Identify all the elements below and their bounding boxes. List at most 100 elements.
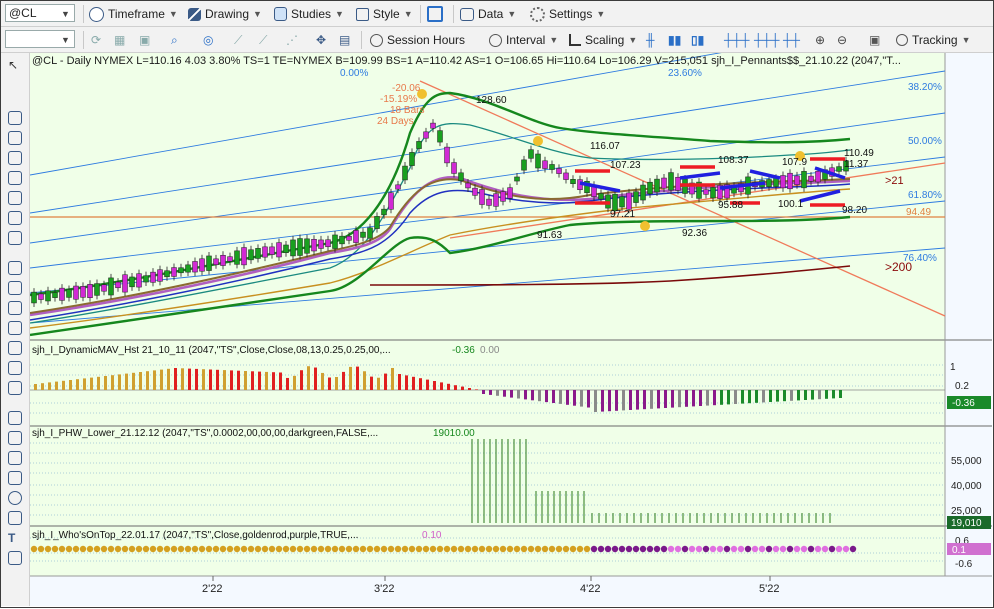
triangle-icon[interactable] (8, 381, 22, 395)
arrow-up-icon[interactable] (8, 431, 22, 445)
histogram-bar (811, 390, 814, 400)
histogram-bar (342, 371, 345, 390)
histogram-bar (55, 381, 58, 390)
histogram-bar (125, 373, 128, 390)
compass-icon[interactable]: ◎ (203, 30, 213, 50)
histogram-bar (209, 369, 212, 390)
tracking-button[interactable]: Tracking ▼ (896, 30, 971, 50)
who-dot (282, 545, 290, 553)
candle-body (220, 254, 226, 266)
zoom-icon[interactable]: ⌕ (171, 30, 178, 50)
cycle-icon[interactable] (8, 301, 22, 315)
undo-icon[interactable] (8, 411, 22, 425)
settings-button[interactable]: Settings ▼ (530, 4, 605, 24)
ray-tool-icon[interactable] (8, 151, 22, 165)
line-tool-icon[interactable] (8, 131, 22, 145)
note-tool-icon[interactable] (8, 551, 22, 565)
density-icon-1[interactable]: ┼┼┼ (724, 30, 750, 50)
axis-label: -0.36 (952, 398, 975, 409)
who-dot (387, 545, 395, 553)
studies-button[interactable]: Studies ▼ (274, 4, 344, 24)
scaling-button[interactable]: Scaling ▼ (569, 30, 637, 50)
bar-chart-icon[interactable]: ╫ (646, 30, 655, 50)
histogram-bar (475, 389, 478, 390)
histogram-bar (384, 373, 387, 390)
main-toolbar: @CL ▼ Timeframe ▼ Drawing ▼ Studies ▼ Style… (1, 1, 993, 27)
vertical-lines-icon[interactable] (8, 261, 22, 275)
histogram-bar (839, 390, 842, 398)
density-icon-2[interactable]: ┼┼┼ (754, 30, 780, 50)
candle-body (458, 172, 464, 181)
who-value: 0.10 (422, 530, 442, 541)
histogram-bar (139, 372, 142, 390)
histogram-bar (321, 372, 324, 390)
histogram-bar (496, 390, 499, 396)
arrow-down-icon[interactable] (8, 451, 22, 465)
histogram-bar (272, 372, 275, 390)
histogram-bar (566, 390, 569, 405)
drawing-button[interactable]: Drawing ▼ (188, 4, 262, 24)
text-tool-icon[interactable]: T (8, 531, 22, 545)
histogram-bar (517, 390, 520, 399)
histogram-bar (622, 390, 625, 411)
rectangle-tool-icon[interactable] (8, 511, 22, 525)
timeframe-button[interactable]: Timeframe ▼ (89, 4, 178, 24)
grid-icon[interactable]: ▦ (114, 30, 125, 50)
wrench-icon[interactable] (8, 111, 22, 125)
density-icon-3[interactable]: ┼┼ (783, 30, 800, 50)
layout-button[interactable] (427, 4, 447, 24)
fib-icon[interactable]: ⋰ (286, 30, 298, 50)
gann-tool-icon[interactable] (8, 211, 22, 225)
candle-body (703, 189, 709, 195)
candle-chart-icon[interactable]: ▮▮ (668, 30, 681, 50)
histogram-bar (237, 370, 240, 390)
ellipse-tool-icon[interactable] (8, 341, 22, 355)
circle-tool-icon[interactable] (8, 491, 22, 505)
candle-hollow-icon[interactable]: ▯▮ (691, 30, 704, 50)
axis-label: 55,000 (951, 456, 982, 467)
data-button[interactable]: Data ▼ (460, 4, 516, 24)
refresh-icon[interactable]: ⟳ (91, 30, 101, 50)
style-button[interactable]: Style ▼ (356, 4, 413, 24)
session-hours-button[interactable]: Session Hours (370, 30, 465, 50)
histogram-bar (545, 390, 548, 403)
properties-icon[interactable]: ▤ (339, 30, 350, 50)
zoom-out-icon[interactable]: ⊖ (837, 30, 847, 50)
line-tool-icon[interactable]: ⟋ (234, 30, 242, 50)
candle-body (409, 152, 415, 166)
who-dot (226, 545, 234, 553)
who-dot (485, 545, 493, 553)
candle-body (213, 258, 219, 266)
symbol-dropdown-icon[interactable]: ▼ (61, 4, 70, 24)
arc-icon[interactable] (8, 321, 22, 335)
andrews-icon[interactable] (8, 281, 22, 295)
histogram-bar (741, 390, 744, 404)
candle-body (794, 175, 800, 185)
fib-tool-icon[interactable] (8, 191, 22, 205)
candle-body (416, 141, 422, 149)
who-dot (128, 545, 136, 553)
histogram-bar (153, 370, 156, 390)
window-toggle-icon[interactable]: ▣ (869, 30, 880, 50)
zoom-in-icon[interactable]: ⊕ (815, 30, 825, 50)
candle-body (318, 239, 324, 249)
who-dot (751, 545, 759, 553)
histogram-bar (286, 377, 289, 390)
dropdown-icon[interactable]: ▼ (61, 30, 70, 50)
channel-tool-icon[interactable] (8, 171, 22, 185)
who-dot (429, 545, 437, 553)
cursor-icon[interactable]: ↖ (8, 58, 22, 72)
sine-icon[interactable] (8, 361, 22, 375)
trend-icon[interactable]: ⟋ (259, 30, 267, 50)
histogram-bar (293, 375, 296, 390)
triangle-tool-icon[interactable] (8, 471, 22, 485)
candle-body (633, 191, 639, 203)
speed-tool-icon[interactable] (8, 231, 22, 245)
tools-icon[interactable]: ✥ (316, 30, 326, 50)
crosshair-tool-icon[interactable] (8, 81, 22, 95)
interval-button[interactable]: Interval ▼ (489, 30, 558, 50)
chart-toolbar: ▼ ⟳ ▦ ▣ ⌕ ◎ ⟋ ⟋ ⋰ ✥ ▤ Session Hours Inte… (1, 27, 993, 53)
window-icon[interactable]: ▣ (139, 30, 150, 50)
who-dot (730, 545, 738, 553)
candle-body (661, 177, 667, 189)
